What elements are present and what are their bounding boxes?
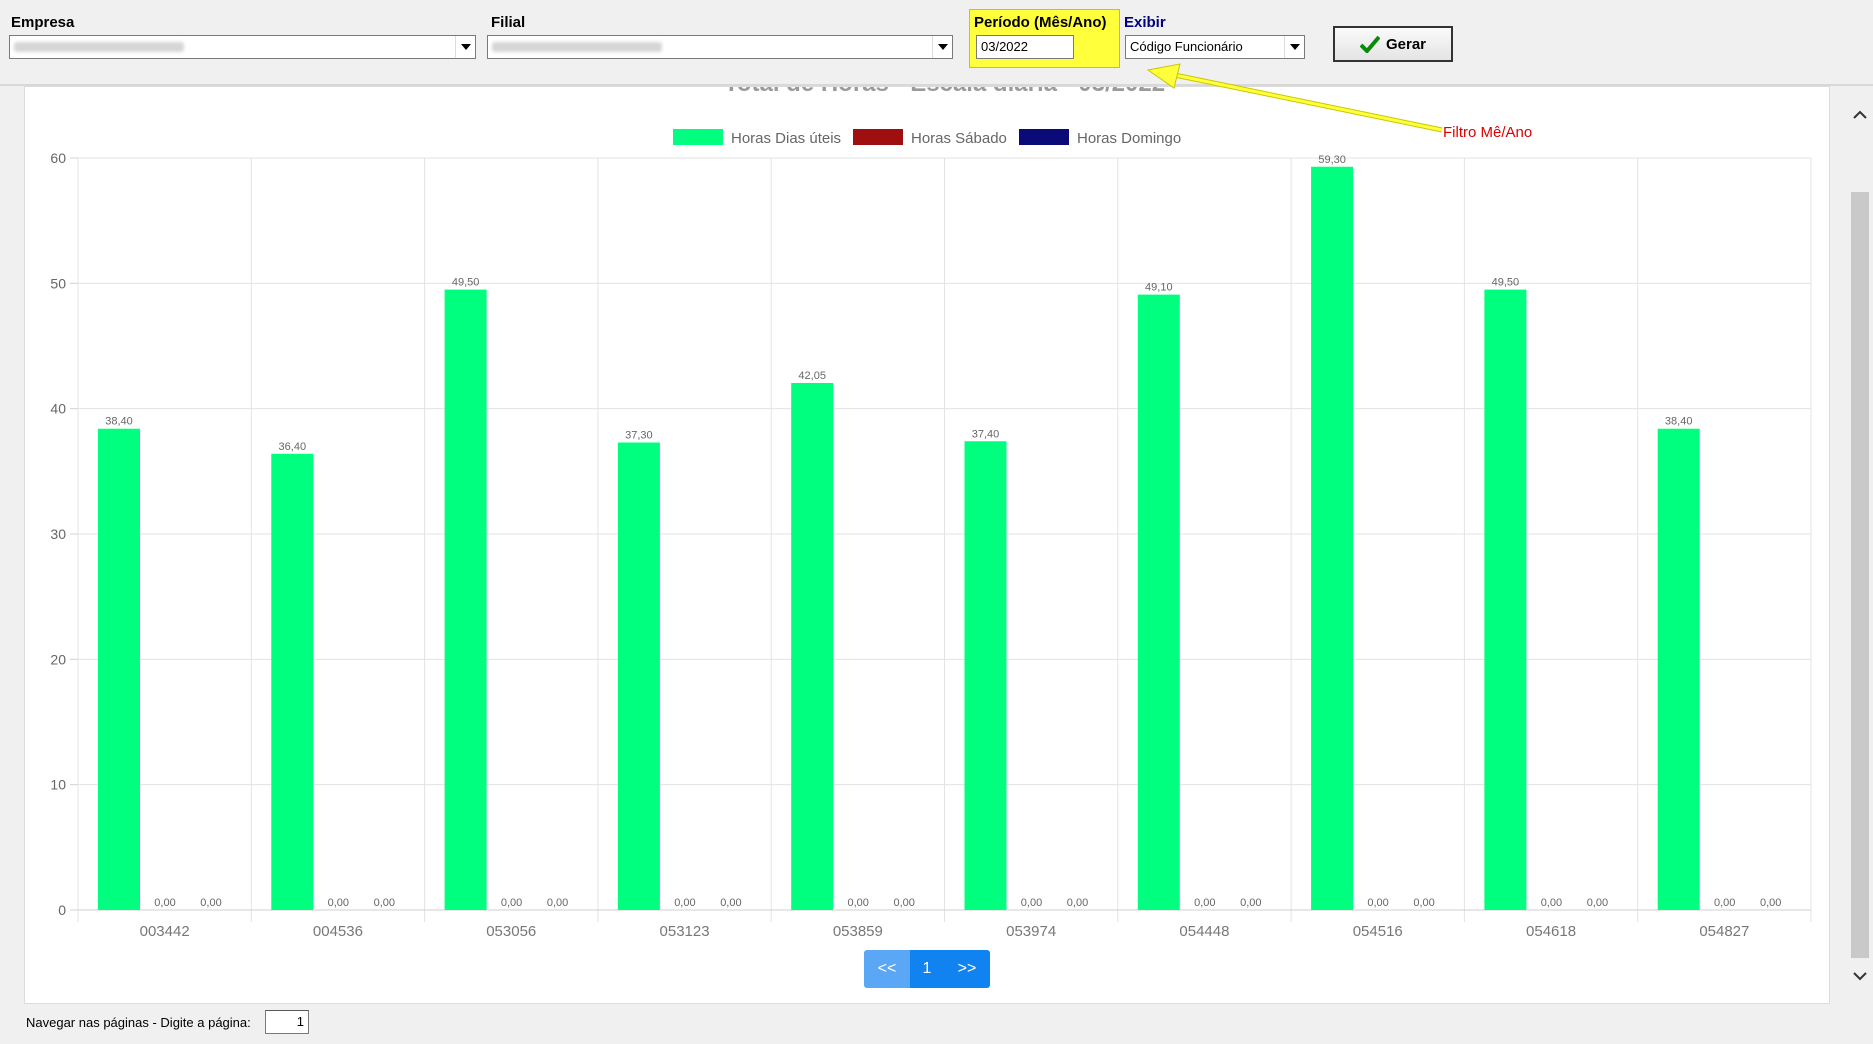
prev-page-button[interactable]: <<: [864, 950, 910, 988]
bar-value-label: 0,00: [501, 897, 522, 909]
x-tick-label: 054448: [1179, 923, 1229, 940]
exibir-label: Exibir: [1124, 14, 1166, 31]
legend-label: Horas Domingo: [1077, 130, 1181, 147]
scroll-thumb[interactable]: [1851, 192, 1869, 958]
bar: [98, 428, 140, 910]
legend-swatch: [673, 129, 723, 145]
bar-value-label: 49,50: [1492, 277, 1520, 289]
legend-swatch: [1019, 129, 1069, 145]
bar: [1484, 289, 1527, 911]
bar-value-label: 0,00: [1367, 897, 1388, 909]
x-tick-label: 054827: [1699, 923, 1749, 940]
scroll-up-icon[interactable]: [1852, 106, 1868, 122]
gerar-label: Gerar: [1385, 35, 1427, 53]
bar-value-label: 0,00: [1021, 897, 1042, 909]
bar-value-label: 0,00: [847, 897, 868, 909]
y-tick-label: 0: [58, 902, 66, 918]
bar: [271, 453, 314, 910]
empresa-label: Empresa: [11, 14, 75, 31]
legend-label: Horas Dias úteis: [731, 130, 841, 147]
page-number-input[interactable]: 1: [265, 1010, 309, 1034]
bar: [444, 289, 487, 911]
x-tick-label: 054618: [1526, 923, 1576, 940]
chart-panel: Total de Horas - Escala diária - 03/2022…: [24, 86, 1830, 1004]
bar-value-label: 49,50: [452, 277, 480, 289]
bar-value-label: 0,00: [893, 897, 914, 909]
bar-value-label: 0,00: [547, 897, 568, 909]
periodo-input[interactable]: 03/2022: [976, 35, 1074, 59]
next-page-button[interactable]: >>: [944, 950, 990, 988]
y-tick-label: 50: [50, 275, 66, 291]
bar-value-label: 0,00: [1240, 897, 1261, 909]
legend-label: Horas Sábado: [911, 130, 1007, 147]
bar-value-label: 37,30: [625, 430, 653, 442]
bar-value-label: 0,00: [1194, 897, 1215, 909]
bar-value-label: 38,40: [105, 416, 133, 428]
page-1-button[interactable]: 1: [910, 950, 944, 988]
bar: [1311, 166, 1354, 911]
navigate-pages-label: Navegar nas páginas - Digite a página:: [26, 1015, 251, 1030]
vertical-scrollbar[interactable]: [1848, 86, 1872, 1004]
y-tick-label: 10: [50, 777, 66, 793]
bar-value-label: 38,40: [1665, 416, 1693, 428]
bar-value-label: 0,00: [328, 897, 349, 909]
x-tick-label: 004536: [313, 923, 363, 940]
bar-value-label: 0,00: [1760, 897, 1781, 909]
bar-value-label: 42,05: [798, 370, 826, 382]
bar-value-label: 0,00: [1541, 897, 1562, 909]
bar-value-label: 0,00: [674, 897, 695, 909]
scroll-down-icon[interactable]: [1852, 968, 1868, 984]
x-tick-label: 054516: [1353, 923, 1403, 940]
bar-value-label: 36,40: [279, 441, 307, 453]
y-tick-label: 20: [50, 651, 66, 667]
y-tick-label: 60: [50, 150, 66, 166]
chart-title: Total de Horas - Escala diária - 03/2022: [724, 87, 1165, 97]
bar-value-label: 0,00: [374, 897, 395, 909]
x-tick-label: 053974: [1006, 923, 1056, 940]
exibir-value: Código Funcionário: [1130, 39, 1243, 54]
chevron-down-icon[interactable]: [1284, 36, 1304, 58]
bar-value-label: 0,00: [1067, 897, 1088, 909]
annotation-label: Filtro Mê/Ano: [1443, 124, 1533, 141]
x-tick-label: 003442: [140, 923, 190, 940]
filial-value-redacted: [492, 42, 662, 52]
bar-value-label: 0,00: [200, 897, 221, 909]
y-tick-label: 30: [50, 526, 66, 542]
bar-value-label: 37,40: [972, 428, 1000, 440]
pagination: << 1 >>: [864, 950, 990, 988]
empresa-value-redacted: [14, 42, 184, 52]
exibir-select[interactable]: Código Funcionário: [1125, 35, 1305, 59]
bar-value-label: 0,00: [1714, 897, 1735, 909]
x-tick-label: 053123: [660, 923, 710, 940]
x-tick-label: 053056: [486, 923, 536, 940]
bar-value-label: 0,00: [154, 897, 175, 909]
periodo-label: Período (Mês/Ano): [974, 14, 1107, 31]
bar-value-label: 0,00: [720, 897, 741, 909]
x-tick-label: 053859: [833, 923, 883, 940]
bar: [1657, 428, 1700, 910]
checkmark-icon: [1359, 35, 1380, 53]
gerar-button[interactable]: Gerar: [1333, 26, 1453, 62]
bar: [964, 441, 1007, 910]
bar-value-label: 0,00: [1413, 897, 1434, 909]
filial-label: Filial: [491, 14, 526, 31]
bar-value-label: 59,30: [1318, 154, 1346, 166]
bar-value-label: 49,10: [1145, 282, 1173, 294]
chevron-down-icon[interactable]: [932, 36, 952, 58]
legend-swatch: [853, 129, 903, 145]
filial-select[interactable]: [487, 35, 953, 59]
chevron-down-icon[interactable]: [455, 36, 475, 58]
y-tick-label: 40: [50, 401, 66, 417]
bar: [1137, 294, 1180, 910]
bar-chart: Total de Horas - Escala diária - 03/2022…: [50, 87, 1812, 940]
empresa-select[interactable]: [9, 35, 476, 59]
bar-value-label: 0,00: [1587, 897, 1608, 909]
bar: [791, 382, 834, 910]
bar: [617, 442, 660, 910]
